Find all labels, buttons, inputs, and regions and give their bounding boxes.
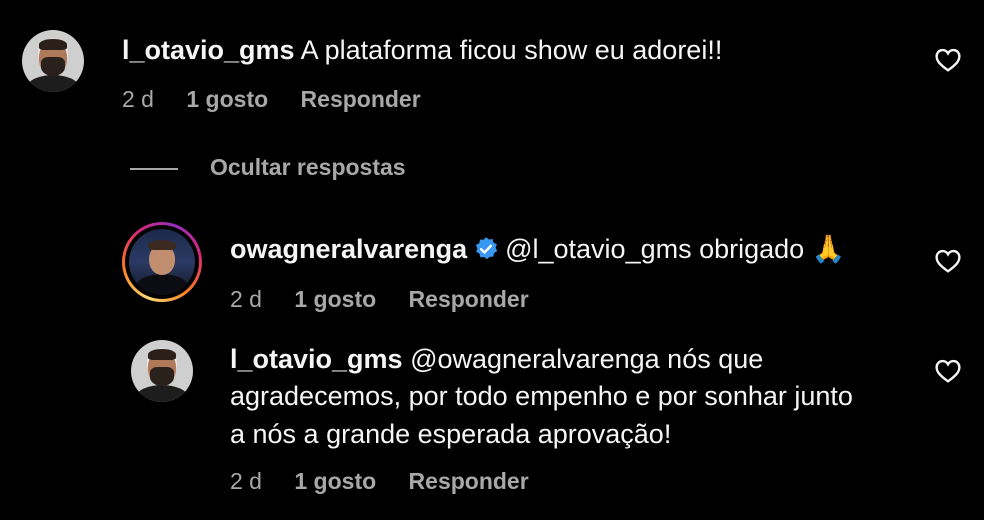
comment-2-mention[interactable]: @l_otavio_gms: [505, 234, 692, 264]
like-heart-icon[interactable]: [935, 249, 961, 273]
comment-2-line: owagneralvarenga @l_otavio_gms obrigado …: [230, 232, 845, 266]
avatar-body: [135, 384, 189, 402]
like-heart-icon[interactable]: [935, 48, 961, 72]
like-heart-icon[interactable]: [935, 359, 961, 383]
avatar-beard: [40, 57, 66, 76]
replies-divider: [130, 168, 178, 170]
avatar-l-otavio-gms[interactable]: [131, 340, 193, 402]
comment-1-meta: 2 d 1 gosto Responder: [122, 86, 447, 113]
comment-2-meta: 2 d 1 gosto Responder: [230, 286, 555, 313]
comment-1-text: A plataforma ficou show eu adorei!!: [300, 35, 723, 65]
comment-1-username[interactable]: l_otavio_gms: [122, 35, 295, 65]
avatar-beard: [149, 367, 175, 386]
comment-2-username[interactable]: owagneralvarenga: [230, 234, 467, 264]
hide-replies-button[interactable]: Ocultar respostas: [210, 154, 406, 181]
comment-3-reply-button[interactable]: Responder: [409, 468, 529, 494]
comment-1-line: l_otavio_gms A plataforma ficou show eu …: [122, 33, 722, 67]
avatar-l-otavio-gms[interactable]: [22, 30, 84, 92]
comment-3-line-1: l_otavio_gms @owagneralvarenga nós que: [230, 342, 763, 376]
comment-3-text-2: agradecemos, por todo empenho e por sonh…: [230, 381, 853, 411]
comment-1-likes[interactable]: 1 gosto: [186, 86, 268, 112]
avatar-body: [135, 273, 189, 295]
comment-2-text: obrigado 🙏: [699, 234, 846, 264]
avatar-hair: [38, 38, 68, 50]
verified-badge-icon: [476, 237, 498, 260]
avatar-photo: [129, 229, 195, 295]
comment-3-text-3: a nós a grande esperada aprovação!: [230, 419, 672, 449]
comment-2-likes[interactable]: 1 gosto: [294, 286, 376, 312]
avatar-body: [26, 74, 80, 92]
comment-3-likes[interactable]: 1 gosto: [294, 468, 376, 494]
avatar-hair: [148, 240, 176, 251]
comment-2-time: 2 d: [230, 286, 262, 312]
comment-3-time: 2 d: [230, 468, 262, 494]
comment-3-text-1: nós que: [667, 344, 764, 374]
avatar-owagneralvarenga[interactable]: [122, 222, 202, 302]
comment-3-username[interactable]: l_otavio_gms: [230, 344, 403, 374]
comment-1-reply-button[interactable]: Responder: [301, 86, 421, 112]
avatar-hair: [147, 348, 177, 360]
comment-3-meta: 2 d 1 gosto Responder: [230, 468, 555, 495]
comment-1-time: 2 d: [122, 86, 154, 112]
comment-3-mention[interactable]: @owagneralvarenga: [410, 344, 660, 374]
comment-2-reply-button[interactable]: Responder: [409, 286, 529, 312]
